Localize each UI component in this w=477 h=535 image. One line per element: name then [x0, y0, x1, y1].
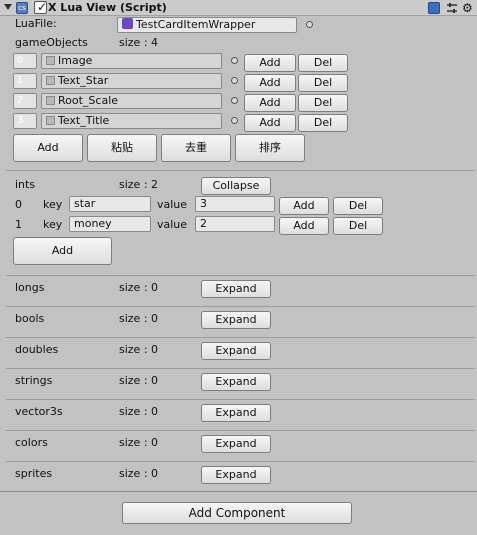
doubles-size: size : 0	[119, 343, 159, 356]
sort-button[interactable]: 排序	[235, 134, 305, 162]
gameobject-del-button[interactable]: Del	[298, 114, 348, 132]
ints-collapse-button[interactable]: Collapse	[201, 177, 271, 195]
section-divider	[6, 399, 475, 400]
strings-expand-button[interactable]: Expand	[201, 373, 271, 391]
int-add-button[interactable]: Add	[279, 217, 329, 235]
luafile-field[interactable]: TestCardItemWrapper	[117, 17, 297, 33]
section-divider	[6, 275, 475, 276]
lua-file-icon	[122, 18, 133, 29]
gameobject-field-1[interactable]: Text_Star	[41, 73, 222, 89]
script-icon: cs	[16, 2, 28, 14]
vector3s-expand-button[interactable]: Expand	[201, 404, 271, 422]
luafile-value: TestCardItemWrapper	[136, 18, 256, 31]
section-divider	[6, 170, 475, 171]
gameobject-field-2[interactable]: Root_Scale	[41, 93, 222, 109]
gameobject-index-3[interactable]: 3	[13, 113, 37, 129]
int-entry-index: 0	[15, 198, 22, 211]
section-divider	[6, 337, 475, 338]
gameobject-index-2[interactable]: 2	[13, 93, 37, 109]
vector3s-label: vector3s	[15, 405, 63, 418]
paste-button[interactable]: 粘贴	[87, 134, 157, 162]
int-key-field[interactable]: money	[69, 216, 151, 232]
int-key-label: key	[43, 218, 63, 231]
gameobject-name: Image	[58, 54, 93, 67]
longs-label: longs	[15, 281, 45, 294]
gameobject-icon	[46, 96, 55, 105]
gameobjects-add-button[interactable]: Add	[13, 134, 83, 162]
colors-expand-button[interactable]: Expand	[201, 435, 271, 453]
gameobject-name: Root_Scale	[58, 94, 119, 107]
dedupe-button[interactable]: 去重	[161, 134, 231, 162]
gameobject-del-button[interactable]: Del	[298, 54, 348, 72]
gameobject-name: Text_Title	[58, 114, 110, 127]
section-divider	[6, 306, 475, 307]
preset-sliders-icon[interactable]	[446, 2, 458, 14]
doubles-label: doubles	[15, 343, 59, 356]
doubles-expand-button[interactable]: Expand	[201, 342, 271, 360]
gameobjects-label: gameObjects	[15, 36, 88, 49]
component-title: X Lua View (Script)	[48, 1, 167, 14]
int-del-button[interactable]: Del	[333, 197, 383, 215]
gameobject-add-button[interactable]: Add	[244, 94, 296, 112]
gameobject-index-0[interactable]: 0	[13, 53, 37, 69]
object-picker-icon[interactable]	[231, 97, 238, 104]
ints-size: size : 2	[119, 178, 159, 191]
strings-size: size : 0	[119, 374, 159, 387]
int-value-label: value	[157, 198, 188, 211]
component-bottom-divider	[0, 491, 477, 492]
object-picker-icon[interactable]	[231, 77, 238, 84]
gameobject-del-button[interactable]: Del	[298, 94, 348, 112]
colors-size: size : 0	[119, 436, 159, 449]
ints-add-entry-button[interactable]: Add	[13, 237, 112, 265]
section-divider	[6, 368, 475, 369]
sprites-size: size : 0	[119, 467, 159, 480]
int-value-field[interactable]: 3	[195, 196, 275, 212]
longs-expand-button[interactable]: Expand	[201, 280, 271, 298]
foldout-arrow-icon[interactable]	[4, 4, 12, 10]
bools-expand-button[interactable]: Expand	[201, 311, 271, 329]
object-picker-icon[interactable]	[306, 21, 313, 28]
int-del-button[interactable]: Del	[333, 217, 383, 235]
gameobject-add-button[interactable]: Add	[244, 114, 296, 132]
gameobject-del-button[interactable]: Del	[298, 74, 348, 92]
section-divider	[6, 430, 475, 431]
colors-label: colors	[15, 436, 48, 449]
ints-label: ints	[15, 178, 36, 191]
vector3s-size: size : 0	[119, 405, 159, 418]
gameobject-index-1[interactable]: 1	[13, 73, 37, 89]
bools-size: size : 0	[119, 312, 159, 325]
gameobject-field-0[interactable]: Image	[41, 53, 222, 69]
int-add-button[interactable]: Add	[279, 197, 329, 215]
strings-label: strings	[15, 374, 53, 387]
gear-icon[interactable]: ⚙	[462, 2, 474, 14]
gameobject-field-3[interactable]: Text_Title	[41, 113, 222, 129]
gameobjects-size: size : 4	[119, 36, 159, 49]
gameobject-name: Text_Star	[58, 74, 109, 87]
section-divider	[6, 461, 475, 462]
sprites-expand-button[interactable]: Expand	[201, 466, 271, 484]
gameobject-add-button[interactable]: Add	[244, 74, 296, 92]
gameobject-icon	[46, 56, 55, 65]
add-component-button[interactable]: Add Component	[122, 502, 352, 524]
gameobject-add-button[interactable]: Add	[244, 54, 296, 72]
longs-size: size : 0	[119, 281, 159, 294]
bools-label: bools	[15, 312, 45, 325]
gameobject-icon	[46, 76, 55, 85]
component-enabled-checkbox[interactable]: ✓	[34, 0, 47, 14]
object-picker-icon[interactable]	[231, 57, 238, 64]
int-value-label: value	[157, 218, 188, 231]
help-book-icon[interactable]	[428, 2, 440, 14]
int-entry-index: 1	[15, 218, 22, 231]
luafile-label: LuaFile:	[15, 17, 57, 30]
int-value-field[interactable]: 2	[195, 216, 275, 232]
gameobject-icon	[46, 116, 55, 125]
object-picker-icon[interactable]	[231, 117, 238, 124]
int-key-field[interactable]: star	[69, 196, 151, 212]
int-key-label: key	[43, 198, 63, 211]
sprites-label: sprites	[15, 467, 53, 480]
